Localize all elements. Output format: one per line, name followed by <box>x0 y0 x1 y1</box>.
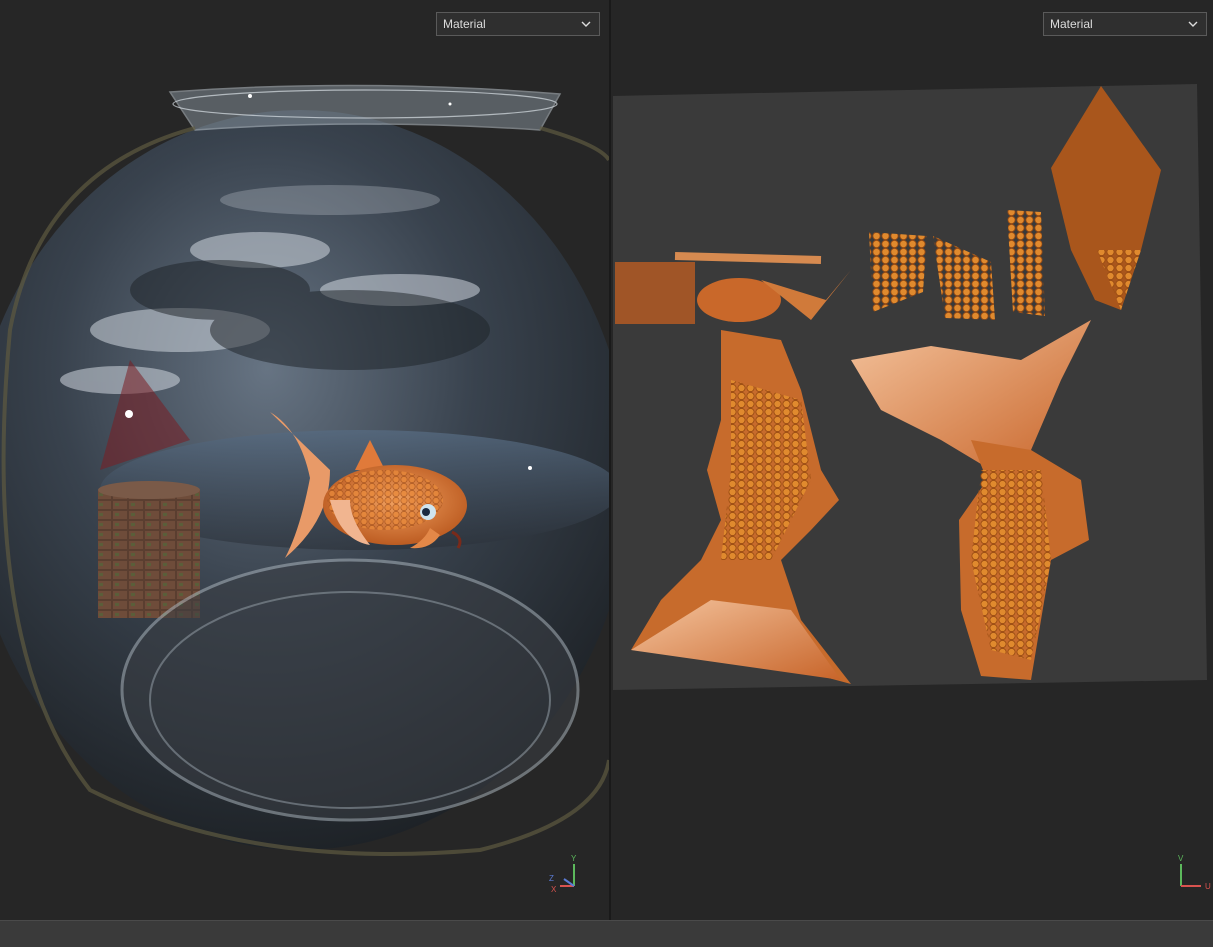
axis-label-u: U <box>1205 882 1211 891</box>
axis-gizmo-3d: Y Z X <box>549 854 577 892</box>
chevron-down-icon <box>1188 21 1198 27</box>
uv-layout <box>613 84 1207 690</box>
fishbowl-scene <box>0 84 609 856</box>
axis-gizmo-uv: V U <box>1178 854 1211 891</box>
bowl-base <box>120 558 580 822</box>
axis-label-x: X <box>551 885 557 892</box>
viewport-uv[interactable]: Material V U <box>611 0 1213 920</box>
viewport-3d[interactable]: Material Y Z X <box>0 0 611 920</box>
axis-label-y: Y <box>571 854 577 863</box>
chevron-down-icon <box>581 21 591 27</box>
status-bar <box>0 920 1213 947</box>
shading-mode-label: Material <box>443 17 486 31</box>
shading-mode-dropdown[interactable]: Material <box>436 12 600 36</box>
shading-mode-dropdown-uv[interactable]: Material <box>1043 12 1207 36</box>
axis-label-z: Z <box>549 874 554 883</box>
shading-mode-label-uv: Material <box>1050 17 1093 31</box>
axis-label-v: V <box>1178 854 1184 863</box>
